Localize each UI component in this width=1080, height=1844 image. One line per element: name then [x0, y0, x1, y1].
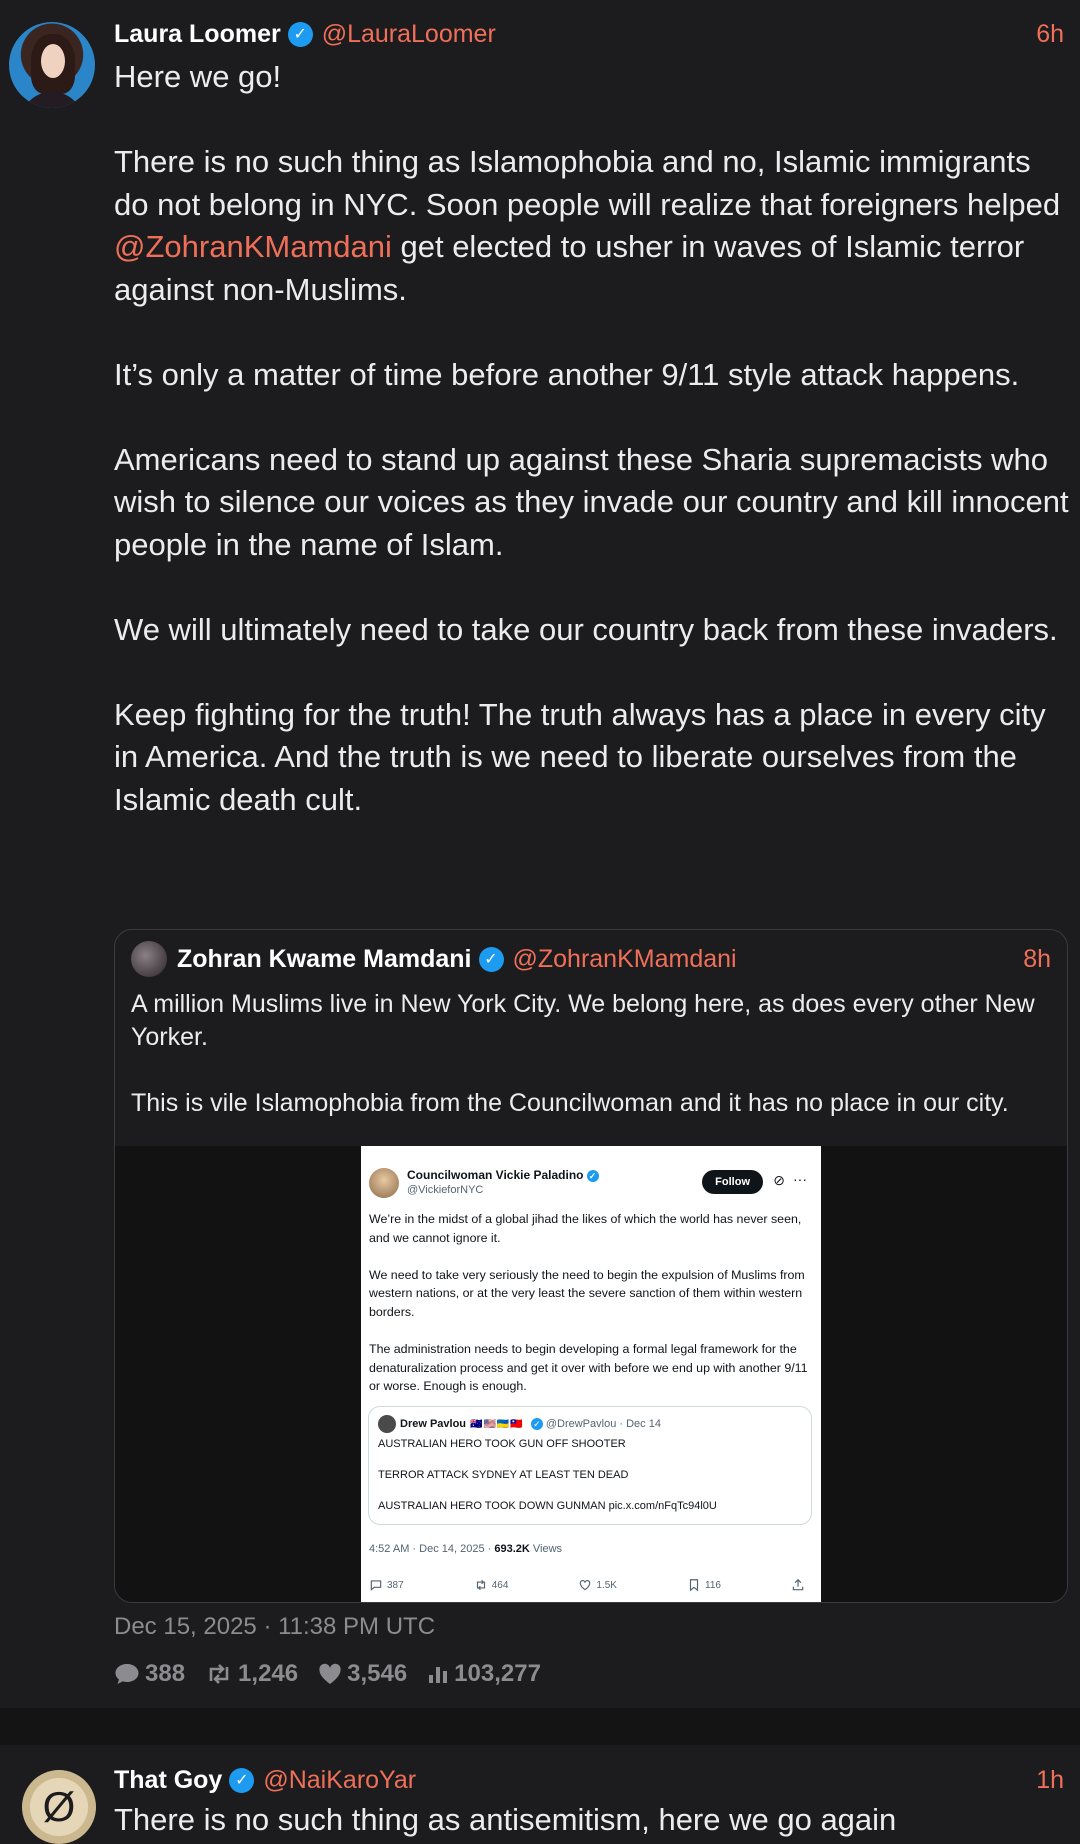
- bar-chart-icon: [429, 1667, 448, 1683]
- embedded-reply-count: 387: [387, 1579, 404, 1591]
- quote-text: A million Muslims live in New York City.…: [131, 990, 1035, 1117]
- nested-handle: @DrewPavlou · Dec 14: [545, 1418, 661, 1430]
- bookmark-icon: [689, 1579, 699, 1592]
- reply-count: 388: [145, 1660, 186, 1687]
- quote-author-name[interactable]: Zohran Kwame Mamdani: [177, 945, 472, 974]
- comment-icon: [115, 1664, 139, 1684]
- second-author-handle[interactable]: @NaiKaroYar: [263, 1766, 416, 1795]
- embedded-meta-time: 4:52 AM · Dec 14, 2025 ·: [369, 1543, 495, 1555]
- views-stat[interactable]: 103,277: [427, 1660, 541, 1688]
- embedded-like: 1.5K: [578, 1578, 617, 1592]
- tweet-text: Here we go! There is no such thing as Is…: [114, 56, 1069, 821]
- retweet-icon: [476, 1579, 485, 1591]
- tweet-time[interactable]: 6h: [1036, 20, 1064, 49]
- second-tweet-text: There is no such thing as antisemitism, …: [114, 1802, 897, 1837]
- embedded-name: Councilwoman Vickie Paladino ✓: [407, 1168, 599, 1182]
- embedded-reply: 387: [369, 1578, 404, 1592]
- quote-avatar[interactable]: [131, 941, 167, 977]
- embedded-like-count: 1.5K: [596, 1579, 617, 1591]
- embedded-text: We’re in the midst of a global jihad the…: [369, 1212, 808, 1394]
- embedded-name-text: Councilwoman Vickie Paladino: [407, 1168, 584, 1182]
- nested-flags: 🇦🇺🇺🇸🇺🇦🇹🇼: [470, 1418, 524, 1430]
- retweet-stat[interactable]: 1,246: [205, 1660, 298, 1688]
- quoted-tweet[interactable]: Zohran Kwame Mamdani ✓ @ZohranKMamdani 8…: [114, 929, 1068, 1603]
- mention-link[interactable]: @ZohranKMamdani: [114, 229, 392, 264]
- embedded-views: 693.2K: [494, 1543, 530, 1555]
- embedded-actions: 387 464 1.5K 116: [369, 1578, 809, 1592]
- more-icon: ···: [793, 1171, 807, 1187]
- second-author-name[interactable]: That Goy: [114, 1766, 222, 1795]
- second-tweet-time[interactable]: 1h: [1036, 1766, 1064, 1795]
- tweet-stats: 388 1,246 3,546 103,277: [114, 1660, 561, 1688]
- grok-icon: ⊘: [773, 1172, 785, 1188]
- author-handle[interactable]: @LauraLoomer: [322, 20, 496, 49]
- embedded-retweet: 464: [474, 1578, 509, 1592]
- embedded-handle: @VickieforNYC: [407, 1184, 484, 1196]
- tweet-header: Laura Loomer ✓ @LauraLoomer 6h: [114, 16, 1064, 52]
- embedded-avatar: [369, 1168, 399, 1198]
- verified-badge-icon: ✓: [586, 1169, 599, 1182]
- heart-icon: [319, 1663, 341, 1684]
- nested-avatar: [378, 1415, 396, 1433]
- tweet-text-part: Here we go! There is no such thing as Is…: [114, 59, 1061, 222]
- second-author-avatar[interactable]: Ø: [22, 1770, 96, 1844]
- reply-stat[interactable]: 388: [114, 1660, 185, 1688]
- author-name[interactable]: Laura Loomer: [114, 20, 281, 49]
- quote-author-handle[interactable]: @ZohranKMamdani: [513, 945, 737, 974]
- nested-quote: Drew Pavlou 🇦🇺🇺🇸🇺🇦🇹🇼 ✓ @DrewPavlou · Dec…: [368, 1406, 812, 1525]
- quote-time[interactable]: 8h: [1023, 945, 1051, 974]
- tweet-date[interactable]: Dec 15, 2025 · 11:38 PM UTC: [114, 1613, 435, 1641]
- retweet-count: 1,246: [238, 1660, 299, 1687]
- second-tweet-header: That Goy ✓ @NaiKaroYar 1h: [114, 1762, 1064, 1798]
- embedded-retweet-count: 464: [491, 1579, 509, 1591]
- quote-media[interactable]: Councilwoman Vickie Paladino ✓ @Vickiefor…: [115, 1146, 1067, 1602]
- embedded-views-label: Views: [529, 1543, 563, 1555]
- views-count: 103,277: [454, 1660, 541, 1687]
- verified-badge-icon: ✓: [229, 1767, 255, 1793]
- tweet-separator: [0, 1708, 1080, 1745]
- retweet-icon: [209, 1664, 229, 1684]
- verified-badge-icon: ✓: [287, 21, 313, 47]
- embedded-bookmark: 116: [687, 1578, 721, 1592]
- verified-badge-icon: ✓: [478, 946, 504, 972]
- heart-icon: [580, 1580, 591, 1591]
- reply-icon: [370, 1580, 382, 1591]
- embedded-share: [791, 1578, 809, 1592]
- share-icon: [792, 1578, 804, 1591]
- embedded-header: Councilwoman Vickie Paladino ✓ @Vickiefor…: [369, 1166, 811, 1200]
- author-avatar[interactable]: [9, 22, 95, 108]
- follow-button: Follow: [702, 1170, 763, 1194]
- embedded-screenshot: Councilwoman Vickie Paladino ✓ @Vickiefor…: [361, 1146, 821, 1602]
- like-stat[interactable]: 3,546: [318, 1660, 407, 1688]
- quote-header: Zohran Kwame Mamdani ✓ @ZohranKMamdani 8…: [131, 941, 1051, 977]
- embedded-meta: 4:52 AM · Dec 14, 2025 · 693.2K Views: [369, 1543, 562, 1555]
- verified-badge-icon: ✓: [530, 1418, 543, 1430]
- tweet-text-part: get elected to usher in waves of Islamic…: [114, 229, 1069, 817]
- like-count: 3,546: [347, 1660, 408, 1687]
- nested-header: Drew Pavlou 🇦🇺🇺🇸🇺🇦🇹🇼 ✓ @DrewPavlou · Dec…: [378, 1415, 661, 1433]
- nested-text: AUSTRALIAN HERO TOOK GUN OFF SHOOTER TER…: [378, 1438, 717, 1512]
- nested-name: Drew Pavlou: [400, 1418, 467, 1430]
- embedded-bookmark-count: 116: [705, 1579, 721, 1591]
